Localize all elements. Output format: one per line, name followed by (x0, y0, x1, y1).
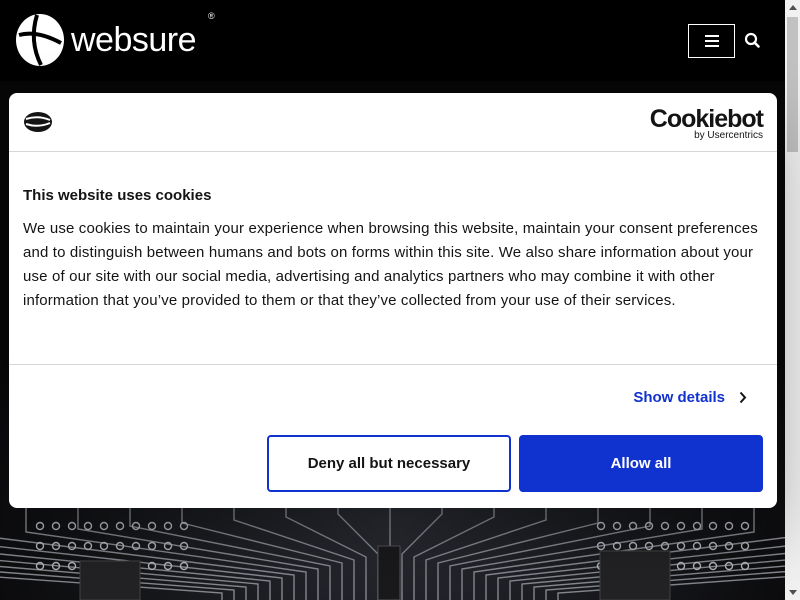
cookiebot-brand[interactable]: Cookiebot by Usercentrics (649, 105, 764, 142)
deny-all-but-necessary-button[interactable]: Deny all but necessary (267, 435, 511, 492)
websure-logo[interactable]: websure ® (15, 11, 215, 67)
logo-wordmark: websure (71, 21, 197, 59)
hamburger-icon (704, 35, 719, 47)
show-details-label: Show details (633, 389, 725, 406)
websure-globe-icon (16, 14, 64, 66)
site-header: websure ® (0, 0, 785, 81)
cookie-consent-dialog: Cookiebot by Usercentrics This website u… (9, 93, 777, 508)
dialog-header: Cookiebot by Usercentrics (9, 93, 777, 152)
brand-name: Cookiebot (649, 105, 764, 133)
chevron-right-icon (739, 391, 747, 404)
show-details-link[interactable]: Show details (633, 389, 747, 406)
search-button[interactable] (743, 31, 763, 51)
scroll-down-arrow-icon[interactable] (785, 585, 800, 600)
dialog-title: This website uses cookies (23, 187, 212, 204)
scroll-thumb[interactable] (787, 17, 798, 152)
dialog-description: We use cookies to maintain your experien… (23, 220, 758, 309)
cookie-logo-icon (24, 112, 52, 132)
allow-all-button[interactable]: Allow all (519, 435, 763, 492)
search-icon (744, 32, 760, 48)
dialog-body: This website uses cookies We use cookies… (9, 153, 777, 365)
scroll-up-arrow-icon[interactable] (785, 0, 800, 15)
page-scrollbar[interactable] (785, 0, 800, 600)
menu-button[interactable] (688, 24, 735, 58)
registered-mark: ® (208, 11, 215, 21)
